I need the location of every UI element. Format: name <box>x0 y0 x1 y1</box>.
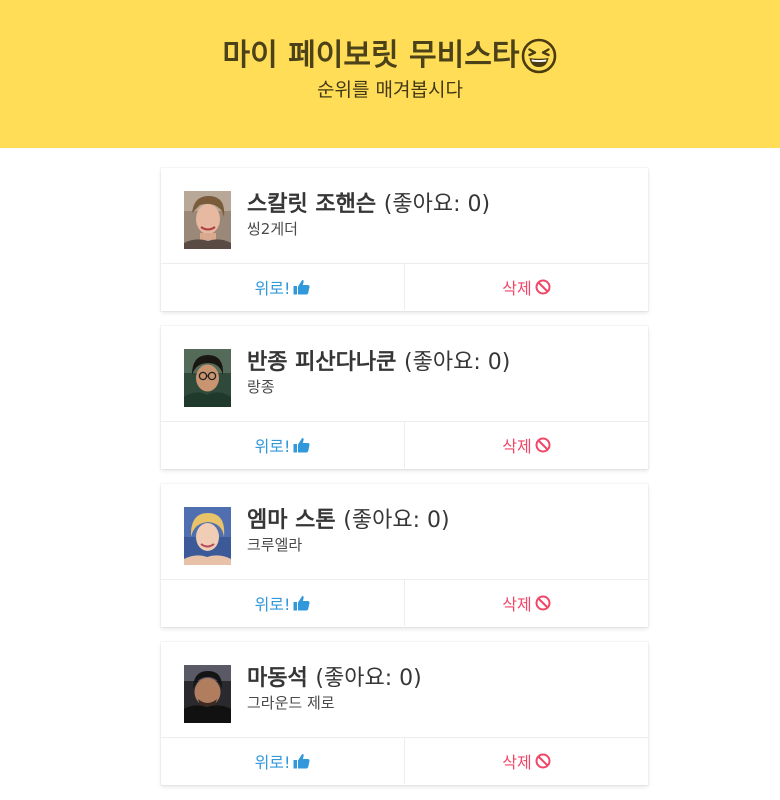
likes-suffix: ) <box>441 508 450 533</box>
star-list: 스칼릿 조핸슨 (좋아요: 0) 씽2게더 위로! 삭제 반종 피산다나쿤 (좋… <box>161 168 648 800</box>
star-role: 크루엘라 <box>247 536 303 554</box>
avatar <box>184 191 231 249</box>
likes-count: (좋아요: 0) <box>404 350 511 375</box>
thumbs-up-icon <box>293 753 310 769</box>
card-footer: 위로! 삭제 <box>161 738 648 784</box>
star-info: 스칼릿 조핸슨 (좋아요: 0) 씽2게더 <box>247 191 490 239</box>
star-info: 마동석 (좋아요: 0) 그라운드 제로 <box>247 665 422 713</box>
star-name-text: 반종 피산다나쿤 <box>247 350 397 375</box>
like-button-label: 위로! <box>254 279 291 298</box>
likes-prefix: (좋아요 <box>343 508 413 533</box>
star-name-text: 마동석 <box>247 666 308 691</box>
ban-icon <box>535 279 551 295</box>
likes-suffix: ) <box>501 350 511 375</box>
star-name-text: 엠마 스톤 <box>247 508 336 533</box>
delete-button-label: 삭제 <box>502 437 532 456</box>
page-title: 마이 페이보릿 무비스타 <box>0 34 780 78</box>
delete-button[interactable]: 삭제 <box>404 738 648 784</box>
star-name: 반종 피산다나쿤 (좋아요: 0) <box>247 349 510 377</box>
page-subtitle: 순위를 매겨봅시다 <box>317 79 463 101</box>
ban-icon <box>535 753 551 769</box>
avatar <box>184 507 231 565</box>
star-card-content: 스칼릿 조핸슨 (좋아요: 0) 씽2게더 <box>161 168 648 264</box>
like-button[interactable]: 위로! <box>161 422 404 468</box>
ban-icon <box>535 595 551 611</box>
star-info: 엠마 스톤 (좋아요: 0) 크루엘라 <box>247 507 450 555</box>
star-name-text: 스칼릿 조핸슨 <box>247 192 377 217</box>
like-button[interactable]: 위로! <box>161 580 404 626</box>
star-role: 랑종 <box>247 378 275 396</box>
star-name: 엠마 스톤 (좋아요: 0) <box>247 507 450 535</box>
hero-header: 마이 페이보릿 무비스타 순위를 매겨봅시다 <box>0 0 780 148</box>
star-card-content: 마동석 (좋아요: 0) 그라운드 제로 <box>161 642 648 738</box>
like-button-label: 위로! <box>254 437 291 456</box>
delete-button-label: 삭제 <box>502 753 532 772</box>
thumbs-up-icon <box>293 437 310 453</box>
likes-prefix: (좋아요 <box>315 666 385 691</box>
ban-icon <box>535 437 551 453</box>
page-title-text: 마이 페이보릿 무비스타 <box>222 38 520 73</box>
likes-prefix: (좋아요 <box>404 350 474 375</box>
likes-count: (좋아요: 0) <box>343 508 450 533</box>
star-info: 반종 피산다나쿤 (좋아요: 0) 랑종 <box>247 349 510 397</box>
likes-value: 0 <box>487 350 502 375</box>
star-card: 마동석 (좋아요: 0) 그라운드 제로 위로! 삭제 <box>161 642 648 785</box>
star-card: 반종 피산다나쿤 (좋아요: 0) 랑종 위로! 삭제 <box>161 326 648 469</box>
avatar <box>184 665 231 723</box>
thumbs-up-icon <box>293 595 310 611</box>
likes-count: (좋아요: 0) <box>383 192 491 217</box>
delete-button-label: 삭제 <box>502 595 532 614</box>
delete-button[interactable]: 삭제 <box>404 264 648 310</box>
star-role: 씽2게더 <box>247 220 298 238</box>
avatar <box>184 349 231 407</box>
like-button[interactable]: 위로! <box>161 264 404 310</box>
star-name: 스칼릿 조핸슨 (좋아요: 0) <box>247 191 490 219</box>
card-footer: 위로! 삭제 <box>161 264 648 310</box>
likes-value: 0 <box>467 192 482 217</box>
likes-value: 0 <box>427 508 442 533</box>
like-button-label: 위로! <box>254 753 291 772</box>
like-button-label: 위로! <box>254 595 291 614</box>
star-card: 엠마 스톤 (좋아요: 0) 크루엘라 위로! 삭제 <box>161 484 648 627</box>
delete-button[interactable]: 삭제 <box>404 422 648 468</box>
like-button[interactable]: 위로! <box>161 738 404 784</box>
star-card-content: 엠마 스톤 (좋아요: 0) 크루엘라 <box>161 484 648 580</box>
delete-button[interactable]: 삭제 <box>404 580 648 626</box>
likes-prefix: (좋아요 <box>383 192 454 217</box>
card-footer: 위로! 삭제 <box>161 422 648 468</box>
grinning-squinting-face-icon <box>521 38 557 74</box>
likes-count: (좋아요: 0) <box>315 666 422 691</box>
thumbs-up-icon <box>293 279 310 295</box>
star-name: 마동석 (좋아요: 0) <box>247 665 422 693</box>
delete-button-label: 삭제 <box>502 279 532 298</box>
star-card: 스칼릿 조핸슨 (좋아요: 0) 씽2게더 위로! 삭제 <box>161 168 648 311</box>
likes-suffix: ) <box>481 192 491 217</box>
likes-value: 0 <box>399 666 414 691</box>
card-footer: 위로! 삭제 <box>161 580 648 626</box>
star-role: 그라운드 제로 <box>247 694 335 712</box>
likes-suffix: ) <box>413 666 422 691</box>
star-card-content: 반종 피산다나쿤 (좋아요: 0) 랑종 <box>161 326 648 422</box>
